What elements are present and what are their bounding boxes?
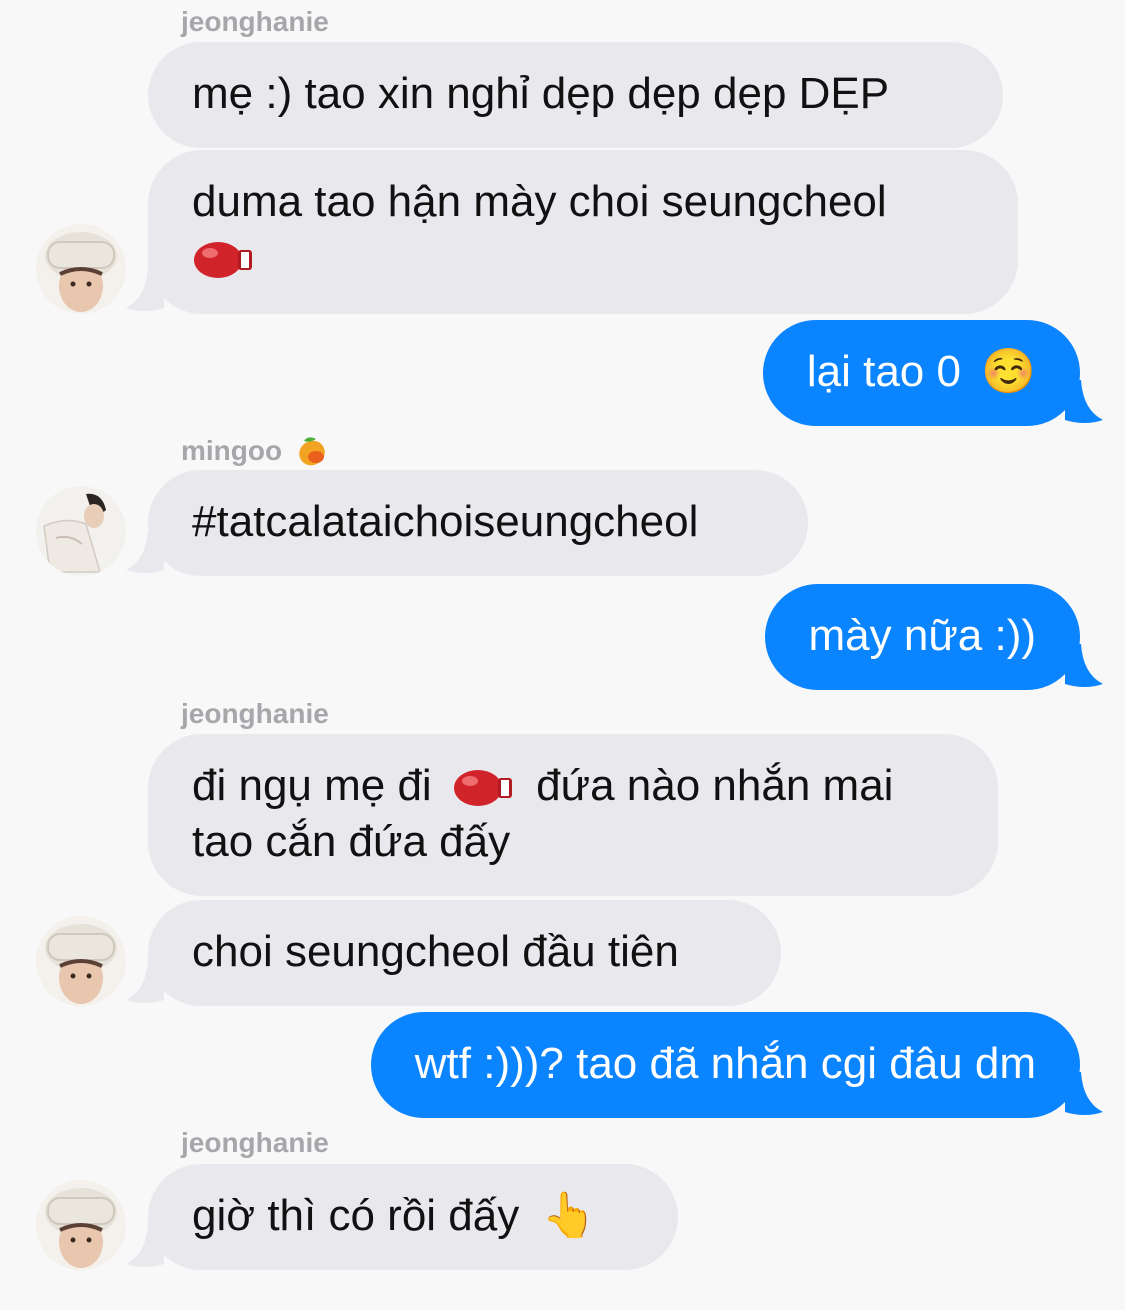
avatar-image (36, 486, 126, 576)
smiling-face-icon: ☺️ (981, 346, 1036, 397)
message-bubble-incoming[interactable]: đi ngụ mẹ đi đứa nào nhắn mai tao cắn đứ… (148, 734, 998, 896)
message-text: wtf :)))? tao đã nhắn cgi đâu dm (414, 1039, 1036, 1088)
bubble-tail (126, 268, 164, 311)
message-bubble-outgoing[interactable]: lại tao 0 ☺️ (762, 320, 1080, 426)
avatar-image (36, 1180, 126, 1270)
message-bubble-outgoing[interactable]: wtf :)))? tao đã nhắn cgi đâu dm (370, 1012, 1080, 1118)
message-bubble-outgoing[interactable]: mày nữa :)) (764, 584, 1080, 690)
message-text: mày nữa :)) (808, 611, 1037, 660)
avatar[interactable] (36, 486, 126, 576)
bubble-tail (1065, 380, 1103, 423)
mango-icon (299, 437, 325, 466)
avatar-image (36, 224, 126, 314)
bubble-tail (1065, 644, 1103, 687)
message-text: choi seungcheol đầu tiên (192, 927, 679, 976)
message-text: giờ thì có rồi đấy (192, 1191, 520, 1240)
sender-name: jeonghanie (181, 6, 329, 37)
message-bubble-incoming[interactable]: giờ thì có rồi đấy 👆 (148, 1164, 678, 1270)
message-bubble-incoming[interactable]: #tatcalataichoiseungcheol (148, 470, 808, 576)
message-bubble-incoming[interactable]: mẹ :) tao xin nghỉ dẹp dẹp dẹp DẸP (148, 42, 1003, 148)
chat-thread: jeonghanie mẹ :) tao xin nghỉ dẹp dẹp dẹ… (0, 0, 1125, 1310)
message-bubble-incoming[interactable]: choi seungcheol đầu tiên (148, 900, 781, 1006)
sender-name: mingoo (181, 433, 330, 469)
message-text: tao cắn đứa đấy (192, 817, 511, 866)
bubble-tail (126, 530, 164, 573)
bubble-tail (126, 1224, 164, 1267)
bubble-tail (1065, 1072, 1103, 1115)
message-text: đi ngụ mẹ đi (192, 761, 432, 810)
message-bubble-incoming[interactable]: duma tao hận mày choi seungcheol (148, 150, 1018, 314)
boxing-glove-icon (194, 242, 252, 279)
message-text: đứa nào nhắn mai (536, 761, 894, 810)
sender-name: jeonghanie (181, 698, 329, 729)
pointing-up-icon: 👆 (541, 1190, 597, 1241)
bubble-tail (126, 960, 164, 1003)
boxing-glove-icon (453, 770, 512, 807)
avatar[interactable] (36, 916, 126, 1006)
message-text: lại tao 0 (806, 347, 961, 396)
message-text: #tatcalataichoiseungcheol (192, 497, 699, 546)
message-text: mẹ :) tao xin nghỉ dẹp dẹp dẹp DẸP (192, 69, 890, 118)
message-text: duma tao hận mày choi seungcheol (192, 177, 887, 226)
avatar[interactable] (36, 1180, 126, 1270)
avatar[interactable] (36, 224, 126, 314)
sender-name: jeonghanie (181, 1127, 329, 1158)
avatar-image (36, 916, 126, 1006)
